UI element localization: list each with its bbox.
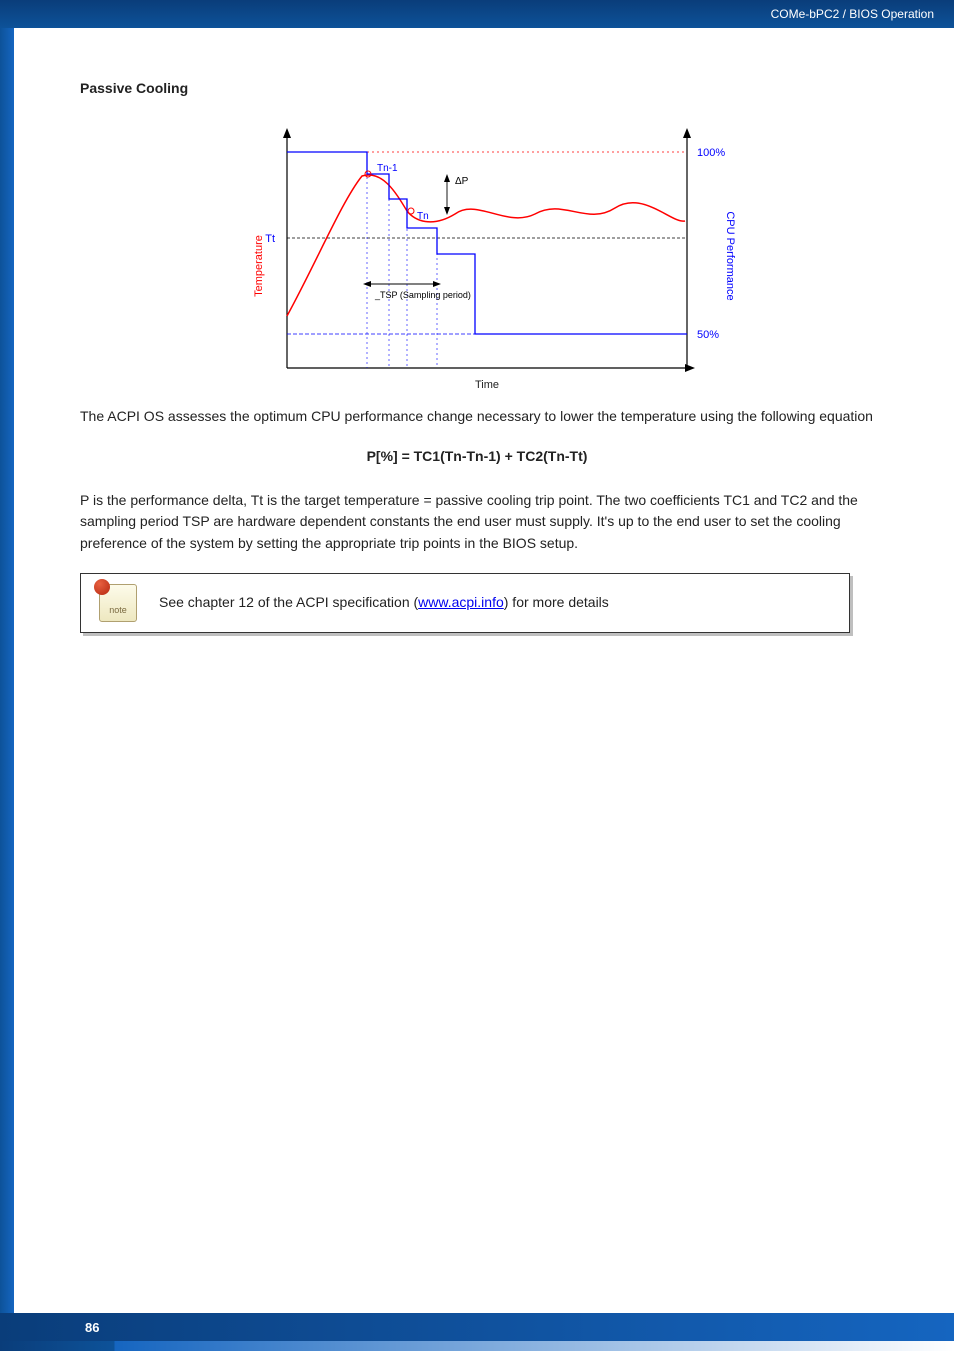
- note-icon-label: note: [100, 604, 136, 618]
- mark-100: 100%: [697, 147, 725, 159]
- side-accent: [0, 28, 14, 1351]
- mark-50: 50%: [697, 329, 719, 341]
- acpi-link[interactable]: www.acpi.info: [418, 594, 504, 610]
- passive-cooling-chart: Temperature CPU Performance Time Tt 100%…: [207, 116, 747, 396]
- note-text: See chapter 12 of the ACPI specification…: [159, 592, 609, 614]
- formula: P[%] = TC1(Tn-Tn-1) + TC2(Tn-Tt): [80, 446, 874, 468]
- para-2: P is the performance delta, Tt is the ta…: [80, 490, 874, 555]
- note-box: note See chapter 12 of the ACPI specific…: [80, 573, 850, 633]
- y-right-label: CPU Performance: [724, 211, 736, 300]
- y-left-label: Temperature: [253, 235, 265, 297]
- tn-label: Tn: [417, 211, 429, 222]
- tsp-label: _TSP (Sampling period): [374, 290, 471, 300]
- chart: Temperature CPU Performance Time Tt 100%…: [80, 116, 874, 403]
- tt-mark: Tt: [265, 233, 275, 245]
- delta-p-label: ΔP: [455, 176, 469, 187]
- x-label: Time: [475, 379, 499, 391]
- tn1-label: Tn-1: [377, 163, 398, 174]
- page-number: 86: [85, 1320, 99, 1335]
- footer-bar: 86: [0, 1315, 954, 1351]
- footer-inner: 86: [0, 1313, 954, 1341]
- section-heading: Passive Cooling: [80, 78, 874, 100]
- para-1: The ACPI OS assesses the optimum CPU per…: [80, 406, 874, 428]
- content-area: Passive Cooling Temperature CPU Performa…: [0, 28, 954, 673]
- note-icon: note: [99, 584, 137, 622]
- header-bar: COMe-bPC2 / BIOS Operation: [0, 0, 954, 28]
- breadcrumb: COMe-bPC2 / BIOS Operation: [771, 7, 934, 21]
